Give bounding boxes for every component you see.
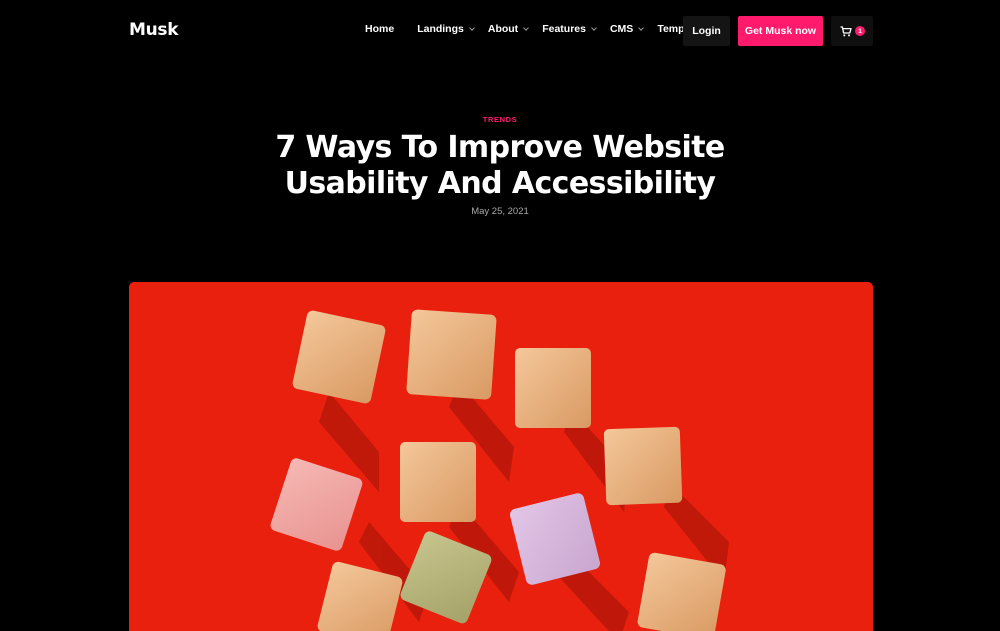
hero-image xyxy=(129,282,873,631)
block-center xyxy=(400,442,476,522)
title-line-2: Usability And Accessibility xyxy=(284,166,716,201)
nav-item-features[interactable]: Features xyxy=(542,23,597,35)
title-line-1: 7 Ways To Improve Website xyxy=(275,130,725,165)
get-musk-button[interactable]: Get Musk now xyxy=(738,16,823,46)
article-title: 7 Ways To Improve Website Usability And … xyxy=(250,130,750,202)
block-top-middle xyxy=(406,309,497,400)
block-right-middle xyxy=(603,426,683,506)
nav-item-label: About xyxy=(487,23,519,35)
site-header: Musk Home Landings About Features CMS Te… xyxy=(0,0,1000,64)
chevron-down-icon xyxy=(523,24,530,31)
block-top-right xyxy=(515,348,591,428)
nav-item-label: CMS xyxy=(609,23,634,35)
chevron-down-icon xyxy=(638,24,645,31)
block-bottom-right xyxy=(637,552,726,631)
block-pink xyxy=(270,458,363,551)
logo[interactable]: Musk xyxy=(129,20,179,40)
cart-button[interactable]: 1 xyxy=(831,16,873,46)
login-button[interactable]: Login xyxy=(683,16,730,46)
cart-icon xyxy=(840,26,852,37)
nav-item-label: Home xyxy=(365,23,395,35)
block-top-left xyxy=(292,310,386,404)
nav-item-label: Landings xyxy=(417,23,464,35)
chevron-down-icon xyxy=(591,24,597,31)
nav-item-home[interactable]: Home xyxy=(365,23,394,35)
main-nav: Home Landings About Features CMS Templat… xyxy=(365,23,714,35)
article-category[interactable]: TRENDS xyxy=(0,115,1000,124)
article-date: May 25, 2021 xyxy=(471,206,529,217)
cart-count-badge: 1 xyxy=(855,26,865,36)
nav-item-about[interactable]: About xyxy=(487,23,530,35)
chevron-down-icon xyxy=(469,24,475,31)
nav-item-landings[interactable]: Landings xyxy=(417,23,475,35)
wooden-blocks-illustration xyxy=(270,309,729,631)
nav-item-label: Features xyxy=(542,23,586,35)
nav-item-cms[interactable]: CMS xyxy=(609,23,645,35)
